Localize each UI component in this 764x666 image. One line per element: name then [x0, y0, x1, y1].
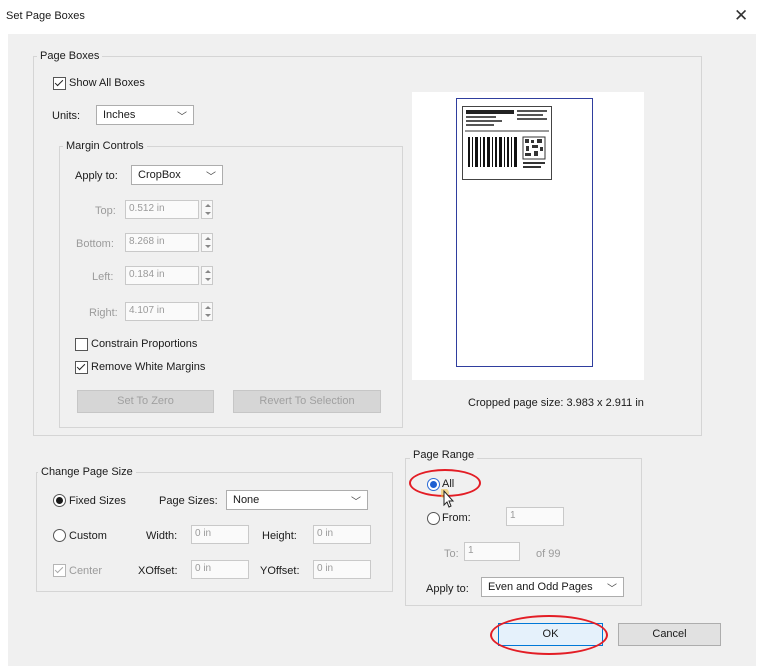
show-all-boxes-checkbox[interactable]: [53, 77, 66, 90]
show-all-boxes-label: Show All Boxes: [69, 77, 145, 89]
preview-page: [456, 98, 593, 367]
width-input[interactable]: 0 in: [191, 525, 249, 544]
cancel-button[interactable]: Cancel: [618, 623, 721, 646]
top-input[interactable]: 0.512 in: [125, 200, 199, 219]
chevron-down-icon: ﹀: [177, 112, 187, 123]
change-page-size-label: Change Page Size: [38, 466, 136, 478]
page-sizes-select[interactable]: None ﹀: [226, 490, 368, 510]
page-preview: [412, 92, 644, 380]
yoffset-input[interactable]: 0 in: [313, 560, 371, 579]
right-input[interactable]: 4.107 in: [125, 302, 199, 321]
range-apply-to-select[interactable]: Even and Odd Pages ﹀: [481, 577, 624, 597]
custom-radio[interactable]: [53, 529, 66, 542]
fixed-sizes-radio[interactable]: [53, 494, 66, 507]
to-input[interactable]: 1: [464, 542, 520, 561]
bottom-input[interactable]: 8.268 in: [125, 233, 199, 252]
margin-controls-label: Margin Controls: [63, 140, 147, 152]
units-select[interactable]: Inches ﹀: [96, 105, 194, 125]
cropped-page-size-text: Cropped page size: 3.983 x 2.911 in: [468, 397, 644, 409]
chevron-down-icon: ﹀: [351, 497, 361, 508]
width-label: Width:: [146, 530, 178, 542]
bottom-spinner[interactable]: [201, 233, 213, 252]
center-label: Center: [69, 565, 103, 577]
page-range-label: Page Range: [410, 449, 478, 461]
top-spinner[interactable]: [201, 200, 213, 219]
barcode-thumbnail-image: [465, 110, 549, 168]
units-label: Units:: [52, 110, 81, 122]
height-input[interactable]: 0 in: [313, 525, 371, 544]
center-checkbox[interactable]: [53, 564, 66, 577]
left-label: Left:: [92, 271, 114, 283]
left-spinner[interactable]: [201, 266, 213, 285]
from-input[interactable]: 1: [506, 507, 564, 526]
custom-label: Custom: [69, 530, 107, 542]
shipping-label-thumbnail: [462, 106, 552, 180]
margin-controls-group: [59, 146, 403, 428]
constrain-proportions-checkbox[interactable]: [75, 338, 88, 351]
range-apply-to-label: Apply to:: [426, 583, 469, 595]
units-value: Inches: [103, 109, 136, 121]
right-label: Right:: [89, 307, 118, 319]
page-sizes-value: None: [233, 494, 260, 506]
remove-white-margins-label: Remove White Margins: [91, 361, 206, 373]
mouse-pointer-icon: [441, 489, 455, 508]
revert-to-selection-button[interactable]: Revert To Selection: [233, 390, 381, 413]
of-total-pages: of 99: [536, 548, 561, 560]
top-label: Top:: [95, 205, 116, 217]
to-label: To:: [444, 548, 459, 560]
page-boxes-label: Page Boxes: [37, 50, 103, 62]
from-label: From:: [442, 512, 471, 524]
page-sizes-label: Page Sizes:: [159, 495, 218, 507]
from-radio[interactable]: [427, 512, 440, 525]
bottom-label: Bottom:: [76, 238, 114, 250]
range-apply-to-value: Even and Odd Pages: [488, 581, 593, 593]
chevron-down-icon: ﹀: [607, 584, 617, 595]
chevron-down-icon: ﹀: [206, 172, 216, 183]
fixed-sizes-label: Fixed Sizes: [69, 495, 126, 507]
xoffset-input[interactable]: 0 in: [191, 560, 249, 579]
set-to-zero-button[interactable]: Set To Zero: [77, 390, 214, 413]
apply-to-value: CropBox: [138, 169, 181, 181]
height-label: Height:: [262, 530, 297, 542]
apply-to-label: Apply to:: [75, 170, 118, 182]
remove-white-margins-checkbox[interactable]: [75, 361, 88, 374]
apply-to-select[interactable]: CropBox ﹀: [131, 165, 223, 185]
left-input[interactable]: 0.184 in: [125, 266, 199, 285]
dialog-title: Set Page Boxes: [6, 10, 85, 22]
right-spinner[interactable]: [201, 302, 213, 321]
highlight-ring-ok: [490, 615, 608, 655]
close-icon[interactable]: ✕: [734, 6, 748, 26]
yoffset-label: YOffset:: [260, 565, 300, 577]
constrain-proportions-label: Constrain Proportions: [91, 338, 198, 350]
xoffset-label: XOffset:: [138, 565, 178, 577]
